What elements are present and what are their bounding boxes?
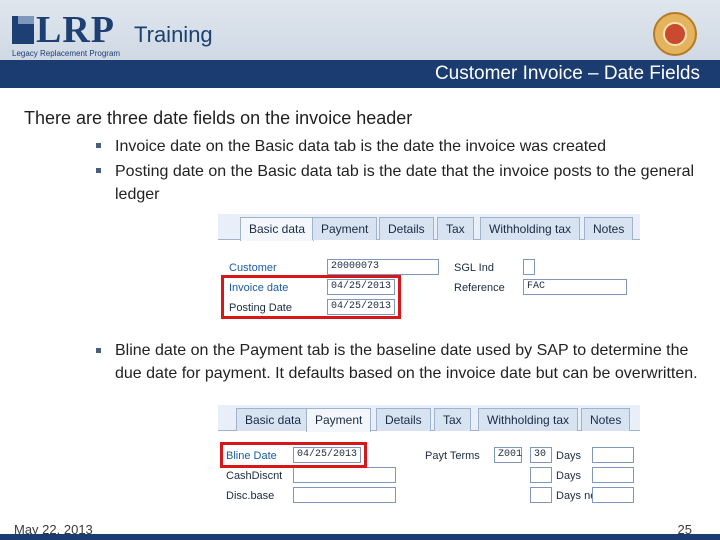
days-extra-field-2[interactable] [592,467,634,483]
reference-field[interactable]: FAC [523,279,627,295]
payt-terms-field[interactable]: Z001 [494,447,522,463]
discbase-label: Disc.base [226,490,275,502]
sgl-ind-label: SGL Ind [454,262,494,274]
tab-withholding-tax[interactable]: Withholding tax [478,408,579,431]
lrp-logo: LRP Legacy Replacement Program [12,9,124,58]
bullet-marker [96,143,101,148]
tab-withholding-tax[interactable]: Withholding tax [480,217,581,240]
cashdiscnt-field[interactable] [293,467,396,483]
tab-notes[interactable]: Notes [581,408,631,431]
tab-tax[interactable]: Tax [434,408,471,431]
bullet-marker [96,348,101,353]
tab-tax[interactable]: Tax [437,217,474,240]
tab-details[interactable]: Details [376,408,431,431]
county-seal-icon [653,12,697,56]
payt-terms-label: Payt Terms [425,450,480,462]
bullet-invoice-date: Invoice date on the Basic data tab is th… [115,138,606,155]
days-net-field[interactable] [530,487,552,503]
days-field-2[interactable] [530,467,552,483]
tab-payment[interactable]: Payment [306,408,372,432]
days-field-1[interactable]: 30 [530,447,552,463]
title-bar: Customer Invoice – Date Fields [0,60,720,88]
logo-mark-icon [12,16,34,44]
main-heading: There are three date fields on the invoi… [24,108,413,128]
sgl-ind-field[interactable] [523,259,535,275]
customer-field[interactable]: 20000073 [327,259,439,275]
tab-basic-data[interactable]: Basic data [240,217,315,241]
tab-basic-data[interactable]: Basic data [236,408,311,431]
days-label-2: Days [556,470,582,482]
customer-label: Customer [229,262,277,274]
sap-screen-payment: Basic data Payment Details Tax Withholdi… [218,405,640,505]
tab-strip: Basic data Payment Details Tax Withholdi… [218,214,640,241]
cashdiscnt-label: CashDiscnt [226,470,283,482]
tab-notes[interactable]: Notes [584,217,634,240]
bline-date-highlight [220,442,367,468]
sap-screen-basic-data: Basic data Payment Details Tax Withholdi… [218,214,640,320]
tab-payment[interactable]: Payment [312,217,378,240]
tab-strip: Basic data Payment Details Tax Withholdi… [218,405,640,432]
logo-text: LRP [36,9,115,51]
logo-tagline: Legacy Replacement Program [12,49,121,58]
bullet-marker [96,168,101,173]
days-extra-field-1[interactable] [592,447,634,463]
discbase-field[interactable] [293,487,396,503]
footer-bar [0,534,720,540]
tab-details[interactable]: Details [379,217,434,240]
date-fields-highlight [221,275,401,319]
reference-label: Reference [454,282,505,294]
bullet-bline-date: Bline date on the Payment tab is the bas… [115,342,698,382]
slide-title: Customer Invoice – Date Fields [434,63,700,84]
section-label: Training [134,22,213,47]
days-net-extra-field[interactable] [592,487,634,503]
bullet-posting-date: Posting date on the Basic data tab is th… [115,163,695,203]
days-label-1: Days [556,450,582,462]
